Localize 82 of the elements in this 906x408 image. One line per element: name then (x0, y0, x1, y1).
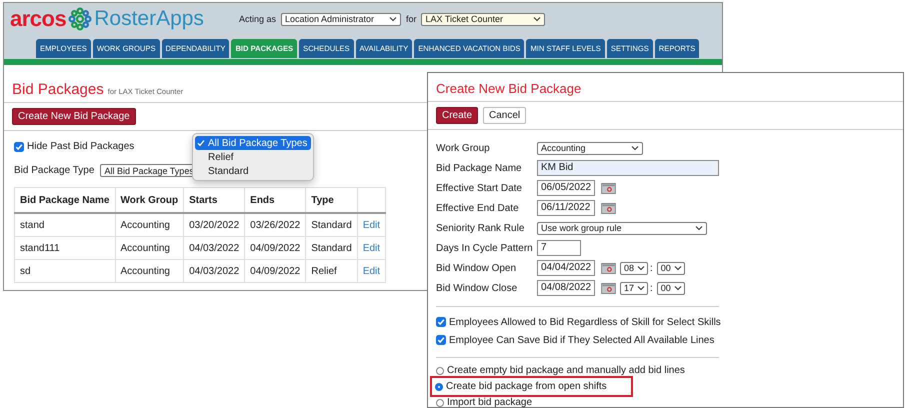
checkbox[interactable] (436, 335, 446, 345)
caret-icon (695, 225, 703, 231)
checkbox[interactable] (436, 317, 446, 327)
cancel-button[interactable]: Cancel (483, 107, 526, 124)
select-field[interactable]: Accounting (537, 142, 643, 154)
date-field[interactable]: 04/04/2022 (537, 260, 595, 276)
table-cell: 04/09/2022 (244, 260, 306, 282)
field-label: Effective Start Date (436, 182, 523, 194)
caret-icon (388, 16, 397, 22)
checkbox-label: Employee Can Save Bid if They Selected All Available Lines (449, 334, 714, 346)
create-button[interactable]: Create (436, 107, 478, 124)
field-label: Bid Window Close (436, 282, 518, 294)
caret-icon (674, 265, 682, 271)
table-cell: 03/26/2022 (244, 213, 306, 236)
radio-button[interactable] (436, 366, 444, 374)
table-cell: 04/03/2022 (184, 236, 245, 260)
hour-select[interactable]: 17 (620, 282, 648, 294)
radio-button[interactable] (436, 398, 444, 406)
radio-label: Create bid package from open shifts (446, 381, 607, 392)
table-cell: 04/09/2022 (244, 236, 306, 260)
column-header: Type (306, 188, 358, 213)
column-header: Ends (244, 188, 306, 213)
product-logo-text: RosterApps (94, 7, 204, 31)
table-cell: Relief (306, 260, 358, 282)
create-bid-package-button[interactable]: Create New Bid Package (12, 108, 136, 125)
table-cell: 03/20/2022 (184, 213, 245, 236)
input-field[interactable]: 7 (537, 240, 581, 256)
calendar-icon[interactable] (601, 262, 616, 274)
radio-label: Create empty bid package and manually add bid lines (447, 365, 685, 376)
time-separator: : (650, 282, 653, 294)
dialog-title: Create New Bid Package (428, 73, 903, 102)
input-field[interactable]: KM Bid (537, 160, 719, 176)
field-label: Bid Package Name (436, 162, 523, 174)
table-cell: 04/03/2022 (184, 260, 245, 282)
calendar-icon[interactable] (601, 182, 616, 194)
time-separator: : (650, 262, 653, 274)
acting-as-label: Acting as (238, 14, 276, 24)
caret-icon (533, 16, 542, 22)
role-select[interactable]: Location Administrator (280, 12, 401, 26)
caret-icon (637, 265, 646, 271)
date-field[interactable]: 04/08/2022 (537, 280, 595, 296)
minute-select[interactable]: 00 (656, 262, 685, 274)
calendar-icon[interactable] (601, 202, 616, 214)
table-cell: stand (14, 213, 115, 236)
hour-select[interactable]: 08 (620, 262, 648, 274)
caret-icon (674, 285, 682, 291)
for-label: for (406, 14, 416, 24)
table-cell: sd (14, 260, 115, 282)
checkmark-icon (197, 139, 205, 147)
filter-label: Bid Package Type (14, 165, 94, 176)
minute-select[interactable]: 00 (656, 282, 685, 294)
dropdown-option[interactable]: Relief (195, 150, 311, 164)
caret-icon (637, 285, 646, 291)
table-cell: Accounting (115, 260, 184, 282)
field-label: Effective End Date (436, 202, 520, 214)
caret-icon (631, 145, 639, 151)
dropdown-option[interactable]: All Bid Package Types (195, 136, 311, 150)
table-cell: stand111 (14, 236, 115, 260)
field-label: Days In Cycle Pattern (436, 242, 534, 254)
location-select[interactable]: LAX Ticket Counter (421, 12, 546, 26)
logo-icon (68, 7, 92, 31)
field-label: Bid Window Open (436, 262, 518, 274)
date-field[interactable]: 06/05/2022 (537, 180, 595, 196)
column-header: Starts (184, 188, 245, 213)
table-cell: Standard (306, 213, 358, 236)
radio-button[interactable] (435, 382, 443, 390)
checkbox-label: Hide Past Bid Packages (27, 141, 134, 152)
calendar-icon[interactable] (601, 282, 616, 294)
page-title: Bid Packages (12, 81, 104, 98)
field-label: Seniority Rank Rule (436, 222, 526, 234)
checkbox-label: Employees Allowed to Bid Regardless of Skill for Select Skills (449, 316, 721, 328)
column-header: Work Group (115, 188, 184, 213)
table-cell: Accounting (115, 213, 184, 236)
table-cell: Accounting (115, 236, 184, 260)
radio-label: Import bid package (447, 397, 532, 408)
table-cell: Standard (306, 236, 358, 260)
column-header: Bid Package Name (14, 188, 115, 213)
date-field[interactable]: 06/11/2022 (537, 200, 595, 216)
checkbox[interactable] (14, 142, 24, 152)
brand-logo-text: arcos (10, 6, 66, 32)
field-label: Work Group (436, 142, 491, 154)
select-field[interactable]: Use work group rule (537, 222, 707, 234)
